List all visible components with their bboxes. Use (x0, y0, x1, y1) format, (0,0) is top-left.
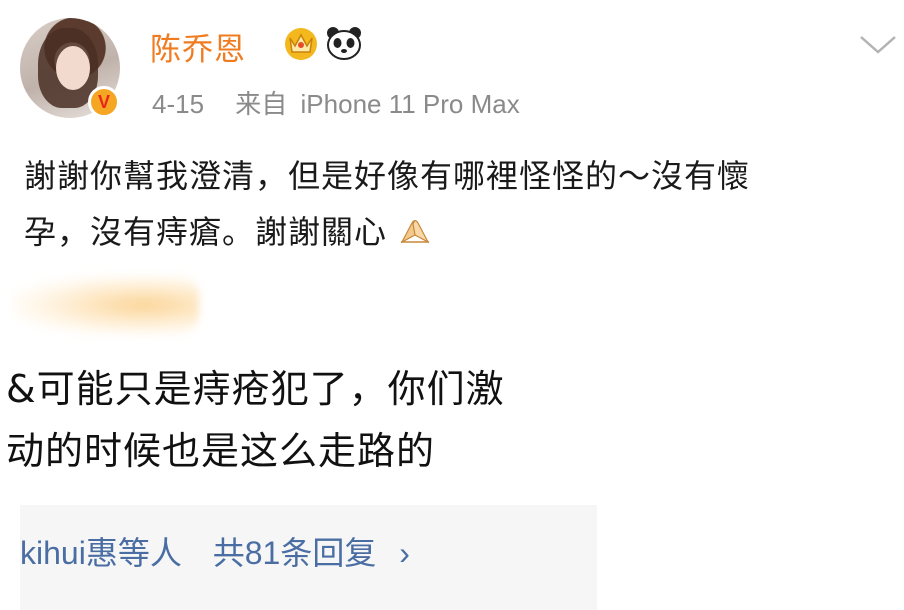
chevron-down-icon[interactable] (858, 34, 898, 56)
post-text-line-1: 謝謝你幫我澄清，但是好像有哪裡怪怪的～沒有懷 (24, 157, 751, 195)
repliers-name[interactable]: kihui惠等人 (20, 535, 182, 571)
panda-icon (327, 27, 361, 60)
blurred-username (14, 275, 199, 335)
post-date: 4-15 (152, 89, 205, 119)
comment-line-1: &可能只是痔疮犯了，你们激 (6, 367, 505, 411)
post-text: 謝謝你幫我澄清，但是好像有哪裡怪怪的～沒有懷 孕，沒有痔瘡。謝謝關心 (24, 148, 896, 260)
device-name[interactable]: iPhone 11 Pro Max (301, 89, 520, 119)
replies-link[interactable]: kihui惠等人 共81条回复 › (20, 528, 410, 574)
verified-badge-icon: V (88, 86, 120, 118)
quoted-comment: &可能只是痔疮犯了，你们激 动的时候也是这么走路的 (6, 358, 626, 482)
chevron-right-icon[interactable]: › (399, 535, 410, 571)
source-label: 来自 (235, 90, 288, 120)
comment-line-2: 动的时候也是这么走路的 (6, 429, 436, 473)
avatar-face (56, 46, 90, 90)
post-meta: 4-15 来自 iPhone 11 Pro Max (152, 84, 520, 121)
folded-hands-icon (400, 220, 430, 244)
author-name[interactable]: 陈乔恩 (150, 24, 246, 69)
post-text-line-2-text: 孕，沒有痔瘡。謝謝關心 (24, 213, 388, 251)
replies-count[interactable]: 共81条回复 (213, 535, 377, 571)
crown-icon (285, 28, 317, 60)
post-text-line-2: 孕，沒有痔瘡。謝謝關心 (24, 204, 896, 260)
